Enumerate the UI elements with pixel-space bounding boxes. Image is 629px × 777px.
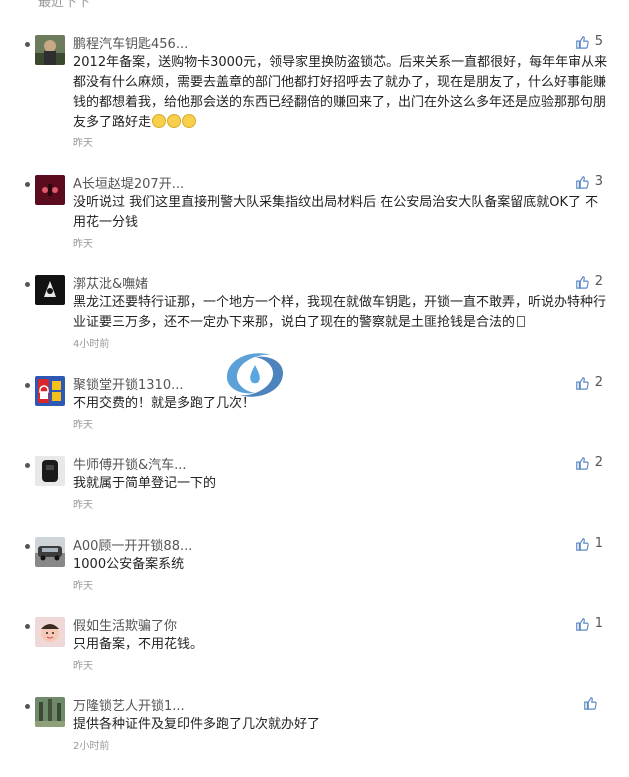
top-cut-text: 最近下下 <box>38 0 91 10</box>
bullet-dot <box>25 544 30 549</box>
comment-author[interactable]: A长垣赵堤207开... <box>73 173 184 192</box>
bullet-dot <box>25 42 30 47</box>
comment-text: 只用备案，不用花钱。 <box>73 637 204 652</box>
comment-item: 牛师傅开锁&汽车... 2 我就属于简单登记一下的 昨天 <box>0 454 629 536</box>
bullet-dot <box>25 383 30 388</box>
comment-author[interactable]: 漷苁沘&嘸媎 <box>73 273 148 292</box>
comment-author[interactable]: 万隆锁艺人开锁1... <box>73 695 185 714</box>
like-button[interactable]: 5 <box>575 34 603 49</box>
like-count: 2 <box>594 375 603 390</box>
comment-item: 假如生活欺骗了你 1 只用备案，不用花钱。 昨天 <box>0 615 629 697</box>
comment-item: A00顾一开开锁88... 1 1000公安备案系统 昨天 <box>0 535 629 617</box>
comment-author[interactable]: 牛师傅开锁&汽车... <box>73 454 187 473</box>
like-button[interactable] <box>583 696 603 710</box>
thumbs-up-icon <box>575 617 589 631</box>
comment-time: 昨天 <box>73 500 93 511</box>
comment-time: 昨天 <box>73 581 93 592</box>
comment-item: 聚锁堂开锁1310... 2 不用交费的！就是多跑了几次！ 昨天 <box>0 374 629 456</box>
avatar[interactable] <box>35 376 65 406</box>
comment-item: 鹏程汽车钥匙456... 5 2012年备案，送购物卡3000元，领导家里换防盗… <box>0 33 629 149</box>
thumbs-up-icon <box>575 275 589 289</box>
thumbs-up-icon <box>575 537 589 551</box>
thumbs-up-icon <box>575 175 589 189</box>
comment-time: 昨天 <box>73 239 93 250</box>
like-button[interactable]: 3 <box>575 174 603 189</box>
bullet-dot <box>25 463 30 468</box>
comment-text: 黑龙江还要特行证那，一个地方一个样，我现在就做车钥匙，开锁一直不敢弄，听说办特种… <box>73 293 608 333</box>
comment-item: 漷苁沘&嘸媎 2 黑龙江还要特行证那，一个地方一个样，我现在就做车钥匙，开锁一直… <box>0 273 629 355</box>
like-count: 1 <box>594 536 603 551</box>
comment-time: 昨天 <box>73 138 93 149</box>
like-button[interactable]: 2 <box>575 375 603 390</box>
grin-emoji-icon <box>167 114 182 128</box>
thumbs-up-icon <box>575 35 589 49</box>
like-count: 1 <box>594 616 603 631</box>
avatar[interactable] <box>35 175 65 205</box>
comment-item: A长垣赵堤207开... 3 没听说过 我们这里直接刑警大队采集指纹出局材料后 … <box>0 173 629 255</box>
comment-text: 不用交费的！就是多跑了几次！ <box>73 396 256 411</box>
like-count: 2 <box>594 274 603 289</box>
thumbs-up-icon <box>575 376 589 390</box>
comment-text: 提供各种证件及复印件多跑了几次就办好了 <box>73 717 321 732</box>
comment-text-body: 黑龙江还要特行证那，一个地方一个样，我现在就做车钥匙，开锁一直不敢弄，听说办特种… <box>73 295 607 330</box>
bullet-dot <box>25 704 30 709</box>
avatar[interactable] <box>35 275 65 305</box>
comment-text: 1000公安备案系统 <box>73 557 185 572</box>
like-count: 5 <box>594 34 603 49</box>
avatar[interactable] <box>35 35 65 65</box>
like-button[interactable]: 2 <box>575 455 603 470</box>
comment-author[interactable]: A00顾一开开锁88... <box>73 535 192 554</box>
comment-author[interactable]: 聚锁堂开锁1310... <box>73 374 183 393</box>
bullet-dot <box>25 282 30 287</box>
thumbs-up-icon <box>584 697 597 710</box>
comment-text: 2012年备案，送购物卡3000元，领导家里换防盗锁芯。后来关系一直都很好，每年… <box>73 53 608 133</box>
avatar[interactable] <box>35 456 65 486</box>
comment-text: 我就属于简单登记一下的 <box>73 476 217 491</box>
avatar[interactable] <box>35 697 65 727</box>
comment-item: 万隆锁艺人开锁1... 提供各种证件及复印件多跑了几次就办好了 2小时前 <box>0 697 629 777</box>
bullet-dot <box>25 624 30 629</box>
thumbs-up-icon <box>575 456 589 470</box>
missing-glyph-icon <box>517 316 526 327</box>
grin-emoji-icon <box>152 114 167 128</box>
like-button[interactable]: 1 <box>575 616 603 631</box>
avatar[interactable] <box>35 617 65 647</box>
logo-watermark <box>221 347 289 403</box>
comment-author[interactable]: 假如生活欺骗了你 <box>73 615 177 634</box>
comment-time: 昨天 <box>73 420 93 431</box>
bullet-dot <box>25 182 30 187</box>
comment-author[interactable]: 鹏程汽车钥匙456... <box>73 33 188 52</box>
avatar[interactable] <box>35 537 65 567</box>
comment-text: 没听说过 我们这里直接刑警大队采集指纹出局材料后 在公安局治安大队备案留底就OK… <box>73 195 599 230</box>
like-count: 2 <box>594 455 603 470</box>
like-button[interactable]: 2 <box>575 274 603 289</box>
like-count: 3 <box>594 174 603 189</box>
grin-emoji-icon <box>182 114 197 128</box>
comment-time: 4小时前 <box>73 339 110 350</box>
like-button[interactable]: 1 <box>575 536 603 551</box>
comment-time: 昨天 <box>73 661 93 672</box>
